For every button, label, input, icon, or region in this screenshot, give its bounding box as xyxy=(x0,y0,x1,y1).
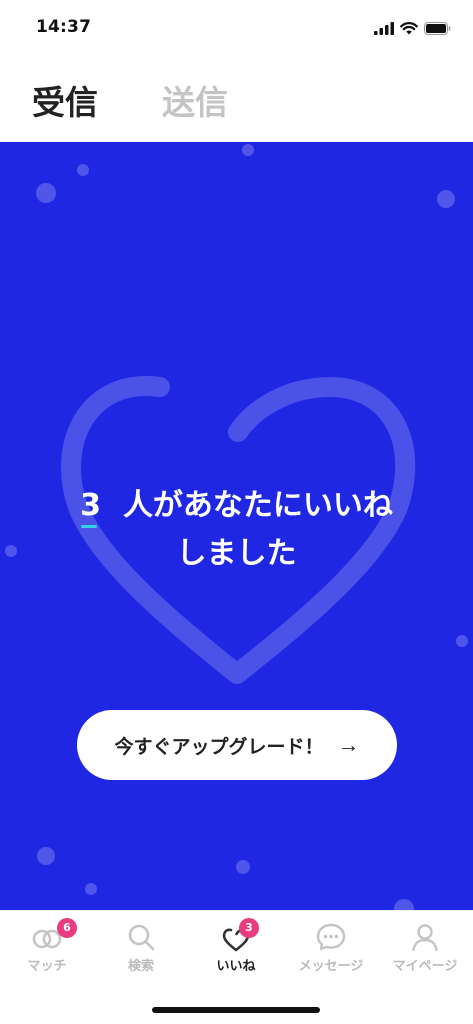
nav-label-match: マッチ xyxy=(27,959,67,974)
cellular-signal-icon xyxy=(374,21,394,35)
nav-item-mypage[interactable]: マイページ xyxy=(378,911,472,989)
header: 受信 送信 xyxy=(0,52,473,142)
nav-item-search[interactable]: 検索 xyxy=(94,911,188,989)
tab-sent[interactable]: 送信 xyxy=(162,76,228,124)
likes-count-value: 3 xyxy=(80,488,101,523)
nav-item-likes[interactable]: 3 いいね xyxy=(189,911,283,989)
nav-label-search: 検索 xyxy=(127,959,154,974)
likes-message-line1: 3 人があなたにいいね xyxy=(0,482,473,530)
nav-item-match[interactable]: 6 マッチ xyxy=(0,911,94,989)
battery-icon xyxy=(424,21,451,35)
status-bar: 14:37 xyxy=(0,0,473,52)
status-time: 14:37 xyxy=(36,17,92,37)
nav-label-messages: メッセージ xyxy=(298,959,364,974)
arrow-right-icon: → xyxy=(337,732,360,757)
likes-message: 3 人があなたにいいね しました xyxy=(0,482,473,578)
likes-count-underline xyxy=(81,525,98,528)
upgrade-button-label: 今すぐアップグレード！ xyxy=(114,736,324,758)
person-icon xyxy=(412,924,438,952)
chat-bubble-icon xyxy=(316,923,346,951)
wifi-icon xyxy=(400,21,418,34)
likes-message-line2: しました xyxy=(176,536,297,571)
likes-message-text: 人があなたにいいね xyxy=(122,488,393,523)
nav-item-messages[interactable]: メッセージ xyxy=(284,911,378,989)
search-icon xyxy=(128,924,155,951)
status-icons xyxy=(374,20,451,36)
likes-count: 3 xyxy=(80,482,101,530)
tab-received[interactable]: 受信 xyxy=(32,76,98,124)
upgrade-now-button[interactable]: 今すぐアップグレード！ → xyxy=(77,710,397,780)
likes-count-badge: 3 xyxy=(239,918,259,938)
nav-label-mypage: マイページ xyxy=(392,959,458,974)
match-count-badge: 6 xyxy=(57,918,77,938)
nav-label-likes: いいね xyxy=(216,959,256,974)
likes-locked-panel: 3 人があなたにいいね しました 今すぐアップグレード！ → xyxy=(0,142,473,910)
home-indicator[interactable] xyxy=(152,1007,320,1013)
